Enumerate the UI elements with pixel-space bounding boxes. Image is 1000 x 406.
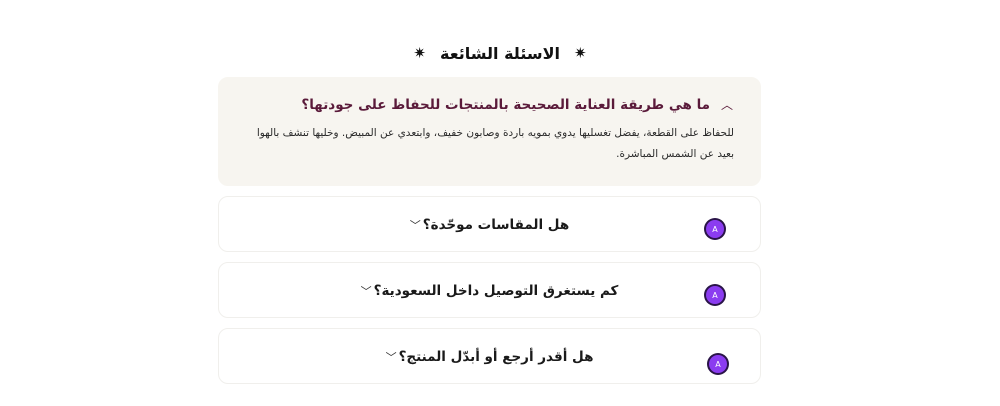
faq-question-toggle[interactable]: ︿ ما هي طريقة العناية الصحيحة بالمنتجات … (245, 96, 734, 113)
faq-question-toggle[interactable]: كم يستغرق التوصيل داخل السعودية؟ ﹀ (219, 263, 760, 319)
avatar: A (706, 286, 724, 304)
avatar: A (706, 220, 724, 238)
sparkle-icon: ✷ (574, 43, 587, 62)
chevron-down-icon[interactable]: ﹀ (386, 349, 397, 365)
sparkle-icon: ✷ (413, 43, 426, 62)
faq-item[interactable]: ︿ ما هي طريقة العناية الصحيحة بالمنتجات … (218, 77, 761, 186)
faq-list: ︿ ما هي طريقة العناية الصحيحة بالمنتجات … (218, 77, 761, 394)
avatar: A (709, 355, 727, 373)
faq-question[interactable]: ما هي طريقة العناية الصحيحة بالمنتجات لل… (301, 97, 710, 113)
page-title: الاسئلة الشائعة (440, 43, 560, 63)
faq-question-toggle[interactable]: هل أقدر أرجع أو أبدّل المنتج؟ ﹀ (219, 329, 760, 385)
faq-question[interactable]: هل المقاسات موحّدة؟ (423, 217, 569, 233)
faq-item[interactable]: هل أقدر أرجع أو أبدّل المنتج؟ ﹀ A (218, 328, 761, 384)
faq-answer: للحفاظ على القطعة، يفضل تغسليها يدوي بمو… (256, 127, 734, 160)
faq-item[interactable]: كم يستغرق التوصيل داخل السعودية؟ ﹀ A (218, 262, 761, 318)
chevron-down-icon[interactable]: ﹀ (410, 217, 421, 233)
faq-question[interactable]: هل أقدر أرجع أو أبدّل المنتج؟ (399, 349, 594, 365)
faq-heading: ✷ الاسئلة الشائعة ✷ (0, 40, 1000, 66)
faq-item[interactable]: هل المقاسات موحّدة؟ ﹀ A (218, 196, 761, 252)
faq-section: ✷ الاسئلة الشائعة ✷ ︿ ما هي طريقة العناي… (0, 0, 1000, 406)
chevron-up-icon[interactable]: ︿ (720, 96, 734, 113)
chevron-down-icon[interactable]: ﹀ (361, 283, 372, 299)
faq-question[interactable]: كم يستغرق التوصيل داخل السعودية؟ (374, 283, 619, 299)
faq-question-toggle[interactable]: هل المقاسات موحّدة؟ ﹀ (219, 197, 760, 253)
